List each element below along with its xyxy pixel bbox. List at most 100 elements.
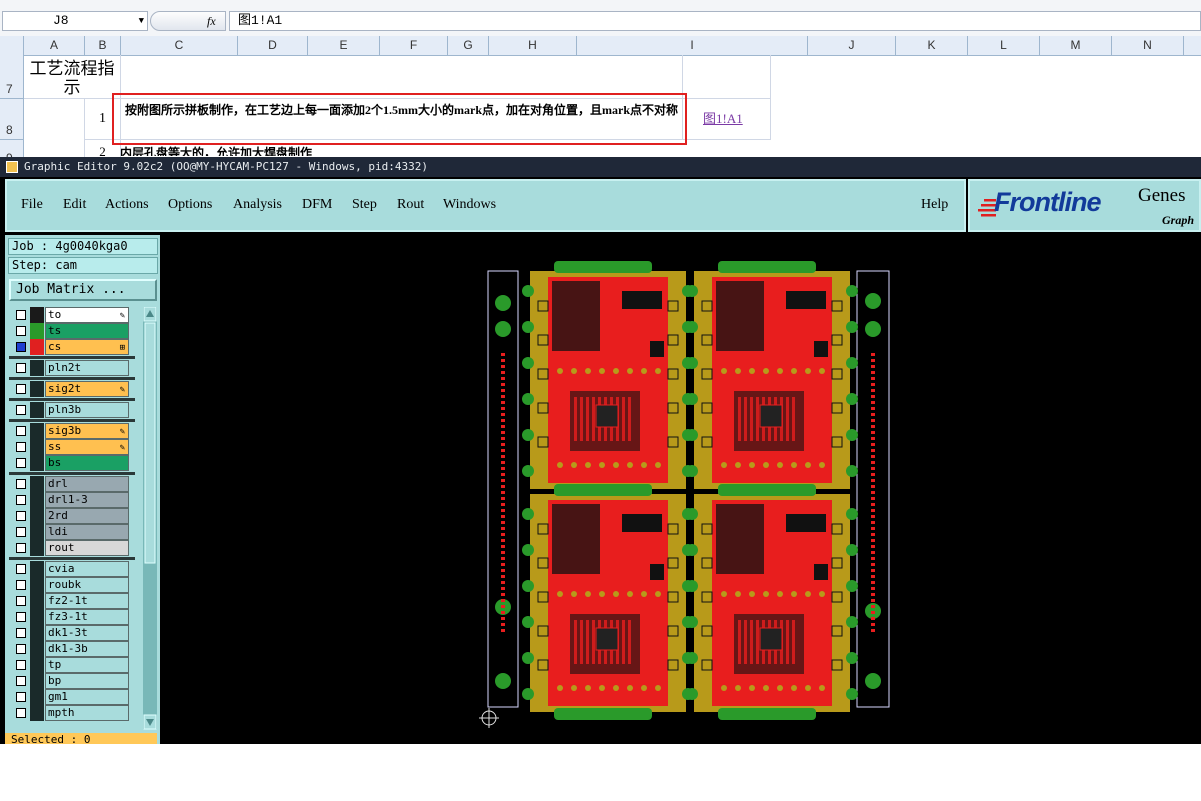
layer-name[interactable]: dk1-3t [45,625,129,641]
layer-row[interactable]: fz3-1t [9,609,135,625]
layer-checkbox[interactable] [16,596,26,606]
layer-row[interactable]: drl [9,476,135,492]
column-header-h[interactable]: H [489,36,577,55]
layer-checkbox[interactable] [16,405,26,415]
layer-color-swatch[interactable] [30,689,44,705]
cell-a7[interactable]: 工艺流程指示 [24,55,121,99]
layer-checkbox[interactable] [16,326,26,336]
layer-row[interactable]: gm1 [9,689,135,705]
layer-color-swatch[interactable] [30,492,44,508]
layer-row[interactable]: dk1-3b [9,641,135,657]
menu-dfm[interactable]: DFM [302,197,332,213]
layer-checkbox[interactable] [16,527,26,537]
layer-color-swatch[interactable] [30,381,44,397]
layer-row[interactable]: bp [9,673,135,689]
chevron-down-icon[interactable]: ▼ [139,12,144,30]
layer-name[interactable]: drl1-3 [45,492,129,508]
cell-j8-link[interactable]: 图1!A1 [683,99,771,140]
layer-checkbox[interactable] [16,612,26,622]
select-all-corner[interactable] [0,36,24,55]
layer-checkbox[interactable] [16,426,26,436]
menu-file[interactable]: File [21,197,43,213]
layer-name[interactable]: cs ⊞ [45,339,129,355]
layer-row[interactable]: fz2-1t [9,593,135,609]
layer-row[interactable]: cs ⊞ [9,339,135,355]
column-header-i[interactable]: I [577,36,808,55]
layer-color-swatch[interactable] [30,609,44,625]
cell-c9[interactable]: 内层孔盘等大的，允许加大焊盘制作 [120,144,312,156]
name-box[interactable]: J8 ▼ [2,11,148,31]
layer-name[interactable]: cvia [45,561,129,577]
cell-j7[interactable] [683,55,771,99]
job-matrix-button[interactable]: Job Matrix ... [9,279,157,301]
row-header-8[interactable]: 8 [0,99,24,140]
layer-row[interactable]: drl1-3 [9,492,135,508]
layer-checkbox[interactable] [16,384,26,394]
layer-color-swatch[interactable] [30,540,44,556]
layer-name[interactable]: bs [45,455,129,471]
column-header-n[interactable]: N [1112,36,1184,55]
layer-row[interactable]: to ✎ [9,307,135,323]
layer-name[interactable]: gm1 [45,689,129,705]
layer-name[interactable]: ss ✎ [45,439,129,455]
layer-row[interactable]: dk1-3t [9,625,135,641]
menu-rout[interactable]: Rout [397,197,424,213]
column-header-m[interactable]: M [1040,36,1112,55]
menu-edit[interactable]: Edit [63,197,86,213]
layer-checkbox[interactable] [16,479,26,489]
layer-row[interactable]: cvia [9,561,135,577]
row-header-7[interactable]: 7 [0,55,24,99]
menu-step[interactable]: Step [352,197,377,213]
layer-color-swatch[interactable] [30,307,44,323]
layer-checkbox[interactable] [16,708,26,718]
column-header-o[interactable]: O [1184,36,1201,55]
layer-color-swatch[interactable] [30,625,44,641]
layer-color-swatch[interactable] [30,705,44,721]
layer-row[interactable]: sig3b ✎ [9,423,135,439]
layer-name[interactable]: sig3b ✎ [45,423,129,439]
cell-a8[interactable] [24,99,85,160]
layer-name[interactable]: ts [45,323,129,339]
layer-row[interactable]: bs [9,455,135,471]
layer-color-swatch[interactable] [30,577,44,593]
layer-color-swatch[interactable] [30,508,44,524]
layer-row[interactable]: rout [9,540,135,556]
layer-checkbox[interactable] [16,676,26,686]
layer-row[interactable]: mpth [9,705,135,721]
menu-analysis[interactable]: Analysis [233,197,282,213]
layer-name[interactable]: ldi [45,524,129,540]
menu-help[interactable]: Help [921,197,948,213]
layer-name[interactable]: roubk [45,577,129,593]
layer-row[interactable]: ss ✎ [9,439,135,455]
column-header-k[interactable]: K [896,36,968,55]
layer-checkbox[interactable] [16,564,26,574]
layer-name[interactable]: tp [45,657,129,673]
layer-checkbox[interactable] [16,692,26,702]
column-header-g[interactable]: G [448,36,489,55]
layer-color-swatch[interactable] [30,323,44,339]
layer-color-swatch[interactable] [30,476,44,492]
column-header-b[interactable]: B [85,36,121,55]
layer-name[interactable]: drl [45,476,129,492]
layer-checkbox[interactable] [16,660,26,670]
layer-checkbox[interactable] [16,310,26,320]
layer-name[interactable]: to ✎ [45,307,129,323]
layer-checkbox[interactable] [16,442,26,452]
layer-row[interactable]: ldi [9,524,135,540]
layer-scrollbar[interactable] [143,307,157,801]
layer-row[interactable]: roubk [9,577,135,593]
layer-checkbox[interactable] [16,342,26,352]
layer-row[interactable]: 2rd [9,508,135,524]
layer-checkbox[interactable] [16,644,26,654]
layer-color-swatch[interactable] [30,593,44,609]
layer-color-swatch[interactable] [30,339,44,355]
layer-color-swatch[interactable] [30,561,44,577]
layer-name[interactable]: rout [45,540,129,556]
layer-row[interactable]: pln3b [9,402,135,418]
menu-options[interactable]: Options [168,197,212,213]
layer-color-swatch[interactable] [30,657,44,673]
layer-row[interactable]: pln2t [9,360,135,376]
layer-checkbox[interactable] [16,580,26,590]
layer-name[interactable]: 2rd [45,508,129,524]
layer-row[interactable]: sig2t ✎ [9,381,135,397]
